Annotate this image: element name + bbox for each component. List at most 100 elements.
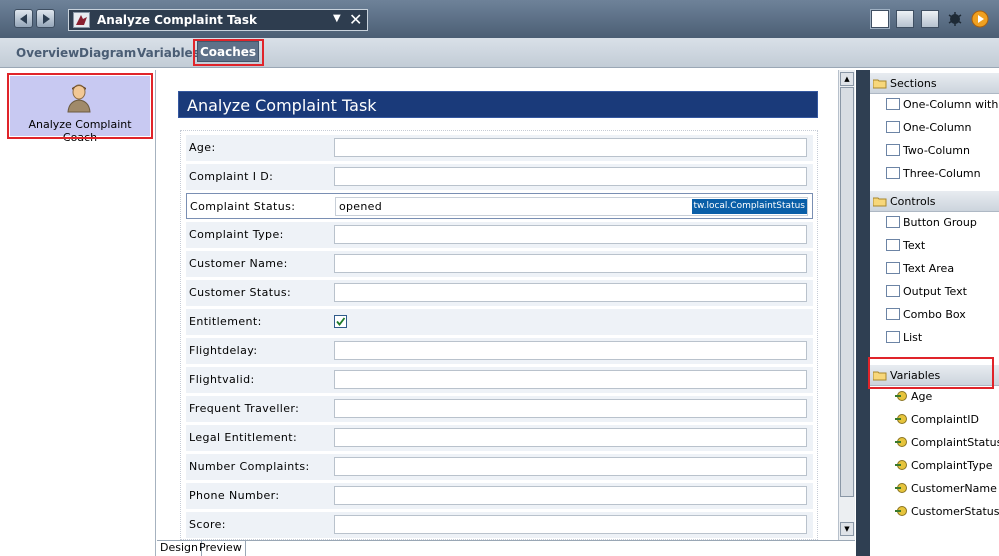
- palette-group-sections[interactable]: Sections: [870, 73, 999, 94]
- age-input[interactable]: [334, 138, 807, 157]
- section-icon: [886, 98, 900, 110]
- phone-number-input[interactable]: [334, 486, 807, 505]
- palette-item[interactable]: Three-Column: [886, 164, 981, 184]
- form-section: Age: Complaint I D: Complaint Status: op…: [180, 130, 818, 540]
- folder-icon: [873, 197, 887, 207]
- tab-variables[interactable]: Variables: [137, 46, 200, 60]
- tab-diagram[interactable]: Diagram: [79, 46, 136, 60]
- form-row-age[interactable]: Age:: [186, 135, 813, 161]
- design-preview-tabs: Design Preview: [157, 540, 855, 556]
- forward-button[interactable]: [36, 9, 55, 28]
- text-icon: [886, 239, 900, 251]
- form-row-number-complaints[interactable]: Number Complaints:: [186, 454, 813, 480]
- document-icon[interactable]: [921, 10, 939, 28]
- highlight-coaches-tab: [193, 39, 264, 66]
- variable-item[interactable]: Age: [894, 387, 932, 407]
- list-icon: [886, 331, 900, 343]
- canvas-scrollbar[interactable]: ▲ ▼: [838, 70, 855, 540]
- palette-item[interactable]: Text Area: [886, 259, 954, 279]
- variable-label: Age: [911, 390, 933, 403]
- palette-item-label: Text: [903, 239, 926, 252]
- variable-label: ComplaintType: [911, 459, 993, 472]
- form-row-flightvalid[interactable]: Flightvalid:: [186, 367, 813, 393]
- palette-item-label: Two-Column: [903, 144, 970, 157]
- field-label: Score:: [189, 518, 226, 531]
- section-icon: [886, 167, 900, 179]
- palette-item-label: One-Column with Ti: [903, 98, 999, 111]
- group-title: Controls: [890, 195, 936, 208]
- form-row-complaint-status[interactable]: Complaint Status: opened tw.local.Compla…: [186, 193, 813, 219]
- form-row-score[interactable]: Score:: [186, 512, 813, 538]
- arrow-right-icon: [43, 14, 50, 24]
- entitlement-checkbox[interactable]: [334, 315, 347, 328]
- field-label: Complaint Type:: [189, 228, 284, 241]
- complaint-type-input[interactable]: [334, 225, 807, 244]
- form-row-complaint-type[interactable]: Complaint Type:: [186, 222, 813, 248]
- close-icon[interactable]: ✕: [349, 10, 362, 29]
- palette-item[interactable]: Two-Column: [886, 141, 970, 161]
- palette-item[interactable]: Combo Box: [886, 305, 966, 325]
- binding-badge: tw.local.ComplaintStatus: [691, 199, 807, 214]
- form-row-legal-entitlement[interactable]: Legal Entitlement:: [186, 425, 813, 451]
- tab-preview[interactable]: Preview: [196, 541, 246, 556]
- field-label: Age:: [189, 141, 216, 154]
- task-icon: [73, 12, 90, 28]
- field-value: opened: [339, 200, 383, 213]
- palette-item[interactable]: One-Column: [886, 118, 972, 138]
- variable-item[interactable]: CustomerName: [894, 479, 997, 499]
- complaint-id-input[interactable]: [334, 167, 807, 186]
- variable-item[interactable]: ComplaintID: [894, 410, 979, 430]
- variable-label: CustomerName: [911, 482, 997, 495]
- form-row-customer-status[interactable]: Customer Status:: [186, 280, 813, 306]
- form-row-phone-number[interactable]: Phone Number:: [186, 483, 813, 509]
- variable-item[interactable]: CustomerStatus: [894, 502, 999, 522]
- flightvalid-input[interactable]: [334, 370, 807, 389]
- field-label: Complaint I D:: [189, 170, 274, 183]
- palette-item[interactable]: One-Column with Ti: [886, 95, 999, 115]
- number-complaints-input[interactable]: [334, 457, 807, 476]
- back-button[interactable]: [14, 9, 33, 28]
- run-icon[interactable]: [971, 10, 989, 28]
- variable-icon: [895, 391, 907, 401]
- scroll-up-icon[interactable]: ▲: [840, 72, 854, 86]
- field-label: Frequent Traveller:: [189, 402, 300, 415]
- customer-status-input[interactable]: [334, 283, 807, 302]
- variable-label: ComplaintStatus: [911, 436, 999, 449]
- layout-icon[interactable]: [870, 9, 890, 29]
- palette-item[interactable]: Button Group: [886, 213, 977, 233]
- palette-item[interactable]: List: [886, 328, 922, 348]
- chevron-down-icon[interactable]: ▼: [333, 13, 341, 24]
- variable-item[interactable]: ComplaintType: [894, 456, 993, 476]
- legal-entitlement-input[interactable]: [334, 428, 807, 447]
- editor-tabs: Overview Diagram Variables Coaches: [0, 38, 999, 68]
- form-row-entitlement[interactable]: Entitlement:: [186, 309, 813, 335]
- button-group-icon: [886, 216, 900, 228]
- highlight-coach-item: [7, 73, 153, 139]
- section-icon: [886, 121, 900, 133]
- title-bar: Analyze Complaint Task ▼ ✕: [0, 0, 999, 38]
- debug-icon[interactable]: [946, 10, 964, 28]
- document-title: Analyze Complaint Task: [97, 13, 257, 27]
- document-tab[interactable]: Analyze Complaint Task ▼ ✕: [68, 9, 368, 31]
- flightdelay-input[interactable]: [334, 341, 807, 360]
- palette-item-label: Button Group: [903, 216, 977, 229]
- form-row-complaint-id[interactable]: Complaint I D:: [186, 164, 813, 190]
- palette-group-controls[interactable]: Controls: [870, 191, 999, 212]
- field-label: Entitlement:: [189, 315, 262, 328]
- form-row-customer-name[interactable]: Customer Name:: [186, 251, 813, 277]
- palette-item[interactable]: Output Text: [886, 282, 967, 302]
- scroll-down-icon[interactable]: ▼: [840, 522, 854, 536]
- variable-item[interactable]: ComplaintStatus: [894, 433, 999, 453]
- form-row-frequent-traveller[interactable]: Frequent Traveller:: [186, 396, 813, 422]
- score-input[interactable]: [334, 515, 807, 534]
- palette-item[interactable]: Text: [886, 236, 925, 256]
- customer-name-input[interactable]: [334, 254, 807, 273]
- tab-overview[interactable]: Overview: [16, 46, 79, 60]
- frequent-traveller-input[interactable]: [334, 399, 807, 418]
- form-row-flightdelay[interactable]: Flightdelay:: [186, 338, 813, 364]
- scroll-thumb[interactable]: [840, 87, 854, 497]
- complaint-status-input[interactable]: opened tw.local.ComplaintStatus: [335, 197, 808, 216]
- field-label: Flightvalid:: [189, 373, 255, 386]
- palette-panel: Sections One-Column with Ti One-Column T…: [856, 70, 999, 556]
- columns-icon[interactable]: [896, 10, 914, 28]
